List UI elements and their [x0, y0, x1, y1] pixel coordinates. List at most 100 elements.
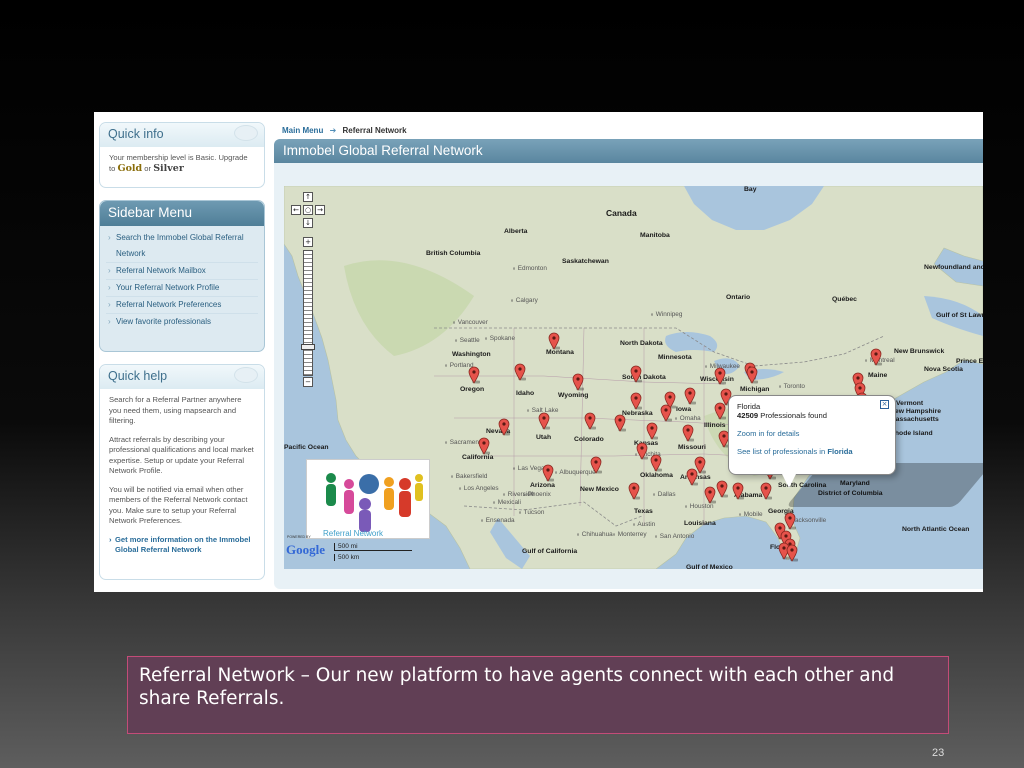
map-label: Texas	[634, 508, 653, 515]
page-title: Immobel Global Referral Network	[274, 139, 983, 163]
breadcrumb-main-menu[interactable]: Main Menu	[282, 126, 323, 135]
map-marker-icon[interactable]	[682, 424, 694, 442]
map-marker-icon[interactable]	[732, 482, 744, 500]
city-label: ∘ Bakersfield	[450, 473, 488, 480]
zoom-out-icon[interactable]: −	[303, 377, 313, 387]
map-label: British Columbia	[426, 250, 481, 257]
menu-item-profile[interactable]: Your Referral Network Profile	[106, 280, 258, 297]
map-label: California	[462, 454, 494, 461]
map-marker-icon[interactable]	[628, 482, 640, 500]
city-label: ∘ Spokane	[484, 335, 516, 342]
map-label: Bay	[744, 186, 757, 193]
map-label: Iowa	[676, 406, 692, 413]
map-marker-icon[interactable]	[870, 348, 882, 366]
city-label: ∘ Omaha	[674, 415, 701, 422]
map-marker-icon[interactable]	[590, 456, 602, 474]
map-label: Washington	[452, 351, 491, 358]
city-label: ∘ Los Angeles	[458, 485, 499, 492]
map-marker-icon[interactable]	[468, 366, 480, 384]
zoom-in-link[interactable]: Zoom in for details	[737, 429, 887, 438]
map-label: North Atlantic Ocean	[902, 526, 970, 533]
pan-center-icon[interactable]: ○	[303, 205, 313, 215]
city-label: ∘ Seattle	[454, 337, 480, 344]
map-label: Canada	[606, 208, 637, 218]
gold-upgrade-link[interactable]: Gold	[117, 163, 142, 174]
more-info-link[interactable]: Get more information on the Immobel Glob…	[109, 535, 255, 556]
menu-item-search-network[interactable]: Search the Immobel Global Referral Netwo…	[106, 230, 258, 263]
map-marker-icon[interactable]	[514, 363, 526, 381]
map-marker-icon[interactable]	[686, 468, 698, 486]
quick-help-panel: Quick help Search for a Referral Partner…	[99, 364, 265, 580]
city-label: ∘ Riverside	[502, 491, 535, 498]
screenshot-frame: Quick info Your membership level is Basi…	[94, 112, 983, 592]
map-marker-icon[interactable]	[498, 418, 510, 436]
map-label: New Brunswick	[894, 348, 945, 355]
see-list-link[interactable]: See list of professionals in Florida	[737, 447, 887, 456]
city-label: ∘ Mobile	[738, 511, 763, 518]
map-marker-icon[interactable]	[478, 437, 490, 455]
map-marker-icon[interactable]	[786, 544, 798, 562]
map-marker-icon[interactable]	[646, 422, 658, 440]
map-marker-icon[interactable]	[746, 366, 758, 384]
map-label: Nebraska	[622, 410, 653, 417]
map-marker-icon[interactable]	[572, 373, 584, 391]
city-label: ∘ Vancouver	[452, 319, 488, 326]
location-popup: × Florida 42509 Professionals found Zoom…	[728, 395, 896, 475]
zoom-slider[interactable]	[303, 250, 313, 376]
city-label: ∘ Tucson	[518, 509, 545, 516]
popup-pointer	[782, 474, 796, 488]
map-label: Illinois	[704, 422, 726, 429]
popup-count: 42509	[737, 411, 759, 420]
map-marker-icon[interactable]	[760, 482, 772, 500]
menu-item-preferences[interactable]: Referral Network Preferences	[106, 297, 258, 314]
map-label: Minnesota	[658, 354, 692, 361]
pan-up-icon[interactable]: ↑	[303, 192, 313, 202]
map-label: Louisiana	[684, 520, 716, 527]
menu-item-mailbox[interactable]: Referral Network Mailbox	[106, 263, 258, 280]
pan-down-icon[interactable]: ↓	[303, 218, 313, 228]
pan-left-icon[interactable]: ←	[291, 205, 301, 215]
map-label: Maine	[868, 372, 888, 379]
slide-caption: Referral Network – Our new platform to h…	[127, 656, 949, 734]
city-label: ∘ Austin	[632, 521, 656, 528]
map-label: New Hampshire	[890, 408, 941, 415]
map-marker-icon[interactable]	[584, 412, 596, 430]
map-marker-icon[interactable]	[548, 332, 560, 350]
map-marker-icon[interactable]	[650, 454, 662, 472]
map-marker-icon[interactable]	[714, 367, 726, 385]
map-marker-icon[interactable]	[784, 512, 796, 530]
map-marker-icon[interactable]	[630, 392, 642, 410]
map-marker-icon[interactable]	[538, 412, 550, 430]
map-marker-icon[interactable]	[714, 402, 726, 420]
map-label: Montana	[546, 349, 574, 356]
close-icon[interactable]: ×	[880, 400, 889, 409]
map-view[interactable]: Canada Alberta Manitoba British Columbia Sas…	[284, 186, 983, 569]
map-label: Oklahoma	[640, 472, 673, 479]
map-marker-icon[interactable]	[614, 414, 626, 432]
help-paragraph-attract: Attract referrals by describing your pro…	[109, 434, 254, 476]
map-label: Gulf of Mexico	[686, 564, 733, 569]
quick-help-title: Quick help	[108, 369, 168, 383]
map-marker-icon[interactable]	[716, 480, 728, 498]
map-marker-icon[interactable]	[636, 442, 648, 460]
map-label: Prince Edward Island	[956, 358, 983, 365]
map-label: Gulf of California	[522, 548, 578, 555]
city-label: ∘ Monterrey	[612, 531, 647, 538]
map-marker-icon[interactable]	[660, 404, 672, 422]
map-marker-icon[interactable]	[630, 365, 642, 383]
map-marker-icon[interactable]	[704, 486, 716, 504]
city-label: ∘ Ensenada	[480, 517, 515, 524]
map-label: Idaho	[516, 390, 535, 397]
pan-right-icon[interactable]: →	[315, 205, 325, 215]
map-marker-icon[interactable]	[542, 464, 554, 482]
zoom-in-icon[interactable]: +	[303, 237, 313, 247]
city-label: ∘ Toronto	[778, 383, 805, 390]
zoom-slider-handle[interactable]	[301, 344, 315, 350]
city-label: ∘ Dallas	[652, 491, 676, 498]
map-marker-icon[interactable]	[684, 387, 696, 405]
map-label: Saskatchewan	[562, 258, 609, 265]
map-label: Alberta	[504, 228, 528, 235]
silver-upgrade-link[interactable]: Silver	[153, 163, 184, 174]
menu-item-favorites[interactable]: View favorite professionals	[106, 314, 258, 330]
breadcrumb-current: Referral Network	[342, 126, 407, 135]
